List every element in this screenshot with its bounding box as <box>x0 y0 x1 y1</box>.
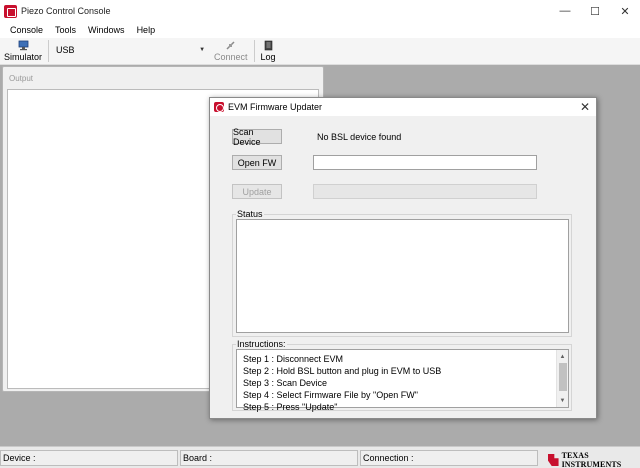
firmware-updater-dialog: EVM Firmware Updater ✕ Scan Device No BS… <box>209 97 597 419</box>
firmware-path-field[interactable] <box>313 155 537 170</box>
app-icon <box>4 4 17 18</box>
window-title: Piezo Control Console <box>21 6 111 16</box>
toolbar: Simulator USB ▼ Connect Log <box>0 38 640 65</box>
ti-logo: Texas Instruments <box>548 451 640 468</box>
simulator-label: Simulator <box>4 52 43 62</box>
scan-device-button[interactable]: Scan Device <box>232 127 282 147</box>
device-status: Device : <box>0 450 178 466</box>
connect-label: Connect <box>214 52 248 62</box>
menu-help[interactable]: Help <box>131 25 162 35</box>
connect-button[interactable]: Connect <box>210 38 252 64</box>
connection-select-value: USB <box>56 45 75 55</box>
dialog-app-icon <box>214 102 224 112</box>
menu-bar: Console Tools Windows Help <box>0 22 640 38</box>
simulator-button[interactable]: Simulator <box>0 38 46 64</box>
log-icon <box>264 40 272 51</box>
menu-console[interactable]: Console <box>4 25 49 35</box>
output-label: Output <box>9 74 34 83</box>
instructions-list: Step 1 : Disconnect EVM Step 2 : Hold BS… <box>243 353 441 413</box>
open-fw-button[interactable]: Open FW <box>232 155 282 170</box>
window-controls: — ☐ ✕ <box>550 0 640 22</box>
status-label: Status <box>236 209 264 219</box>
maximize-button[interactable]: ☐ <box>580 0 610 22</box>
chevron-down-icon: ▼ <box>199 47 206 53</box>
connection-status: Connection : <box>360 450 538 466</box>
instructions-scrollbar[interactable]: ▲ ▼ <box>556 350 568 407</box>
instructions-text-area[interactable]: Step 1 : Disconnect EVM Step 2 : Hold BS… <box>236 349 569 412</box>
scrollbar-thumb[interactable] <box>559 363 567 391</box>
ti-logo-text: Texas Instruments <box>561 451 622 468</box>
scan-status-text: No BSL device found <box>317 132 402 142</box>
log-button[interactable]: Log <box>257 38 280 64</box>
log-label: Log <box>260 52 276 62</box>
title-bar: Piezo Control Console — ☐ ✕ <box>0 0 640 22</box>
minimize-button[interactable]: — <box>550 0 580 22</box>
scroll-down-icon[interactable]: ▼ <box>557 395 568 406</box>
connect-icon <box>226 41 235 50</box>
dialog-title: EVM Firmware Updater <box>228 102 323 112</box>
menu-tools[interactable]: Tools <box>49 25 82 35</box>
instructions-group: Instructions: Step 1 : Disconnect EVM St… <box>232 339 572 412</box>
dialog-title-bar: EVM Firmware Updater ✕ <box>210 98 596 116</box>
update-button[interactable]: Update <box>232 184 282 199</box>
status-group: Status <box>232 209 572 337</box>
ti-logo-icon <box>548 454 559 466</box>
instruction-step: Step 5 : Press "Update" <box>243 402 338 412</box>
dialog-close-button[interactable]: ✕ <box>580 100 590 114</box>
instruction-step: Step 1 : Disconnect EVM <box>243 354 344 364</box>
instruction-step: Step 2 : Hold BSL button and plug in EVM… <box>243 366 442 376</box>
update-progress-field <box>313 184 537 199</box>
scroll-up-icon[interactable]: ▲ <box>557 351 568 362</box>
simulator-icon <box>18 40 28 51</box>
instruction-step: Step 3 : Scan Device <box>243 378 328 388</box>
close-button[interactable]: ✕ <box>610 0 640 22</box>
instructions-label: Instructions: <box>236 339 287 349</box>
toolbar-separator <box>253 40 255 62</box>
menu-windows[interactable]: Windows <box>82 25 131 35</box>
board-status: Board : <box>180 450 358 466</box>
status-bar: Device : Board : Connection : Texas Inst… <box>0 446 640 468</box>
toolbar-separator <box>48 40 50 62</box>
instruction-step: Step 4 : Select Firmware File by "Open F… <box>243 390 418 400</box>
status-text-area[interactable] <box>236 219 569 333</box>
connection-select[interactable]: USB ▼ <box>53 42 209 58</box>
